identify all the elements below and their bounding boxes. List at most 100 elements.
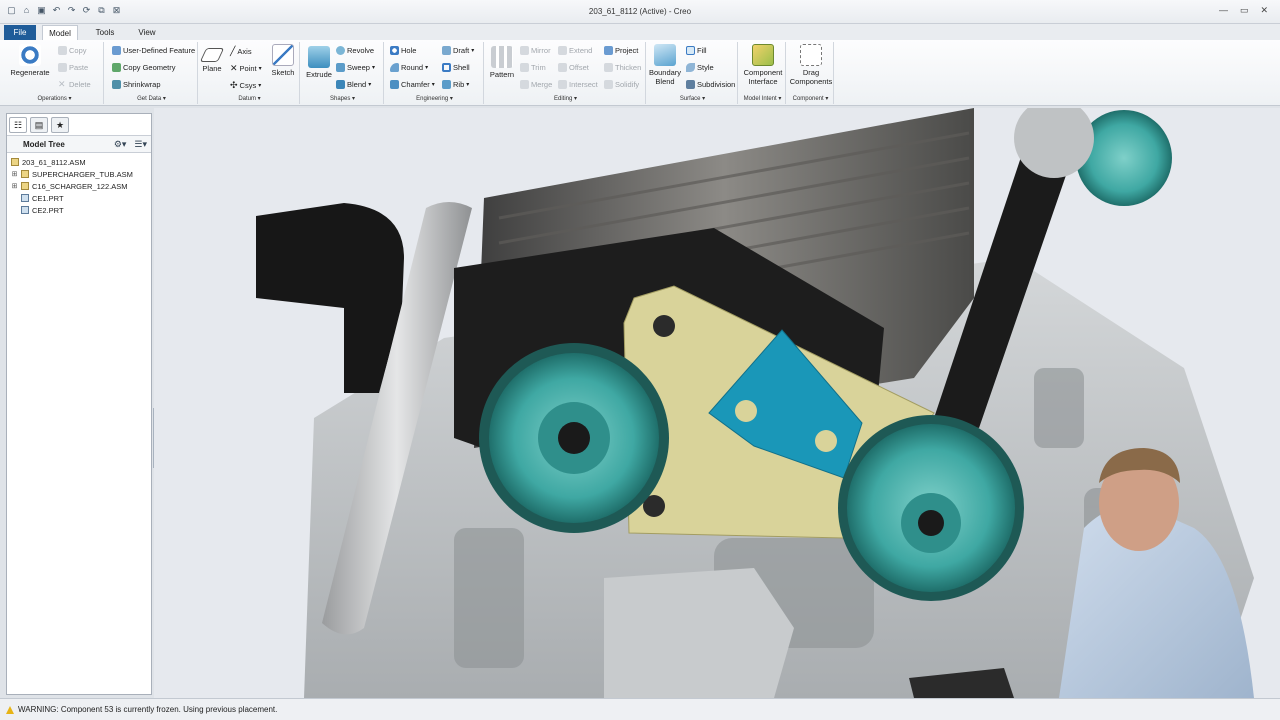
intersect-button[interactable]: Intersect <box>558 80 598 89</box>
group-label-engineering[interactable]: Engineering ▾ <box>386 95 483 102</box>
drag-components-button[interactable]: Drag Components <box>788 44 834 86</box>
pattern-button[interactable]: Pattern <box>488 46 516 79</box>
tree-item-c16-scharger[interactable]: ⊞ C16_SCHARGER_122.ASM <box>11 180 133 192</box>
regenerate-button[interactable]: Regenerate <box>8 44 52 77</box>
point-icon: ✕ <box>230 63 238 73</box>
round-button[interactable]: Round ▾ <box>390 63 428 72</box>
group-label-get-data[interactable]: Get Data ▾ <box>106 95 197 102</box>
ribbon-tabs: File Model Tools View ?▾ <box>0 24 1280 60</box>
draft-button[interactable]: Draft ▾ <box>442 46 474 55</box>
model-tree-panel: ☷ ▤ ★ Model Tree ⚙▾ ☰▾ 203_61_8112.ASM ⊞… <box>6 113 152 695</box>
style-button[interactable]: Style <box>686 63 714 72</box>
tab-file[interactable]: File <box>4 25 36 40</box>
blend-button[interactable]: Blend ▾ <box>336 80 371 89</box>
chevron-down-icon: ▾ <box>425 65 429 71</box>
shell-button[interactable]: Shell <box>442 63 470 72</box>
tree-settings-icon[interactable]: ⚙▾ <box>114 139 127 150</box>
group-engineering: Hole Round ▾ Chamfer ▾ Draft ▾ Shell Rib ▾ E… <box>386 42 484 104</box>
boundary-blend-button[interactable]: Boundary Blend <box>648 44 682 86</box>
assembly-icon <box>21 170 29 178</box>
mirror-button[interactable]: Mirror <box>520 46 551 55</box>
expand-icon[interactable]: ⊞ <box>11 170 18 178</box>
window-title: 203_61_8112 (Active) - Creo <box>588 7 692 16</box>
tree-show-icon[interactable]: ☰▾ <box>134 139 147 150</box>
intake-elbow <box>256 203 404 393</box>
group-operations: Regenerate Copy Paste ✕ Delete Operations… <box>6 42 104 104</box>
extend-button[interactable]: Extend <box>558 46 592 55</box>
delete-button[interactable]: ✕ Delete <box>58 80 91 90</box>
thicken-button[interactable]: Thicken <box>604 63 641 72</box>
group-surface: Boundary Blend Fill Style Subdivision Su… <box>648 42 738 104</box>
chevron-down-icon: ▾ <box>466 82 470 88</box>
group-label-datum[interactable]: Datum ▾ <box>200 95 299 102</box>
minimize-icon[interactable]: — <box>1219 5 1228 16</box>
shell-icon <box>442 63 451 72</box>
status-bar: WARNING: Component 53 is currently froze… <box>0 698 1280 720</box>
group-label-surface[interactable]: Surface ▾ <box>648 95 737 102</box>
solidify-button[interactable]: Solidify <box>604 80 639 89</box>
revolve-icon <box>336 46 345 55</box>
extend-icon <box>558 46 567 55</box>
copy-geometry-icon <box>112 63 121 72</box>
csys-button[interactable]: ✣ Csys ▾ <box>230 80 261 91</box>
chamfer-button[interactable]: Chamfer ▾ <box>390 80 435 89</box>
tab-view[interactable]: View <box>132 25 162 40</box>
tab-model[interactable]: Model <box>42 25 78 40</box>
graphics-viewport[interactable] <box>154 108 1280 698</box>
fill-button[interactable]: Fill <box>686 46 707 55</box>
axis-button[interactable]: ╱ Axis <box>230 46 252 57</box>
group-label-editing[interactable]: Editing ▾ <box>486 95 645 102</box>
project-button[interactable]: Project <box>604 46 638 55</box>
favorites-tab[interactable]: ★ <box>51 117 69 133</box>
plane-button[interactable]: Plane <box>199 48 225 73</box>
extrude-button[interactable]: Extrude <box>304 46 334 79</box>
boundary-blend-icon <box>654 44 676 66</box>
tab-tools[interactable]: Tools <box>90 25 120 40</box>
sweep-button[interactable]: Sweep ▾ <box>336 63 375 72</box>
group-label-operations[interactable]: Operations ▾ <box>6 95 103 102</box>
component-interface-button[interactable]: Component Interface <box>740 44 786 86</box>
merge-button[interactable]: Merge <box>520 80 552 89</box>
subdivision-button[interactable]: Subdivision <box>686 80 735 89</box>
group-model-intent: Component Interface Model Intent ▾ <box>740 42 786 104</box>
thicken-icon <box>604 63 613 72</box>
group-label-shapes[interactable]: Shapes ▾ <box>302 95 383 102</box>
tree-item-ce2[interactable]: CE2.PRT <box>11 204 133 216</box>
copy-button[interactable]: Copy <box>58 46 87 55</box>
shrinkwrap-button[interactable]: Shrinkwrap <box>112 80 161 89</box>
group-label-model-intent[interactable]: Model Intent ▾ <box>740 95 785 102</box>
paste-button[interactable]: Paste <box>58 63 88 72</box>
model-render <box>256 108 1254 698</box>
close-window-icon[interactable]: ✕ <box>1260 5 1268 16</box>
tree-item-ce1[interactable]: CE1.PRT <box>11 192 133 204</box>
title-bar: ▢ ⌂ ▣ ↶ ↷ ⟳ ⧉ ⊠ 203_61_8112 (Active) - C… <box>0 0 1280 24</box>
model-tree-tab[interactable]: ☷ <box>9 117 27 133</box>
sketch-button[interactable]: Sketch <box>268 44 298 77</box>
rib-button[interactable]: Rib ▾ <box>442 80 469 89</box>
intake-housing <box>604 568 794 698</box>
revolve-button[interactable]: Revolve <box>336 46 374 55</box>
tree-item-root[interactable]: 203_61_8112.ASM <box>11 156 133 168</box>
chevron-down-icon: ▾ <box>368 82 372 88</box>
point-button[interactable]: ✕ Point ▾ <box>230 63 262 74</box>
group-label-component[interactable]: Component ▾ <box>788 95 833 102</box>
folder-browser-tab[interactable]: ▤ <box>30 117 48 133</box>
chevron-down-icon: ▾ <box>371 65 375 71</box>
trim-button[interactable]: Trim <box>520 63 546 72</box>
model-tree: 203_61_8112.ASM ⊞ SUPERCHARGER_TUB.ASM ⊞ C… <box>11 156 133 216</box>
offset-icon <box>558 63 567 72</box>
maximize-icon[interactable]: ▭ <box>1240 5 1249 16</box>
regenerate-icon <box>19 44 41 66</box>
offset-button[interactable]: Offset <box>558 63 589 72</box>
intersect-icon <box>558 80 567 89</box>
tree-item-supercharger-tub[interactable]: ⊞ SUPERCHARGER_TUB.ASM <box>11 168 133 180</box>
group-get-data: User-Defined Feature Copy Geometry Shrin… <box>106 42 198 104</box>
expand-icon[interactable]: ⊞ <box>11 182 18 190</box>
window-controls: — ▭ ✕ <box>1219 5 1268 16</box>
user-defined-feature-button[interactable]: User-Defined Feature <box>112 46 195 55</box>
group-component: Drag Components Component ▾ <box>788 42 834 104</box>
copy-icon <box>58 46 67 55</box>
plane-icon <box>199 48 225 62</box>
hole-button[interactable]: Hole <box>390 46 416 55</box>
copy-geometry-button[interactable]: Copy Geometry <box>112 63 176 72</box>
